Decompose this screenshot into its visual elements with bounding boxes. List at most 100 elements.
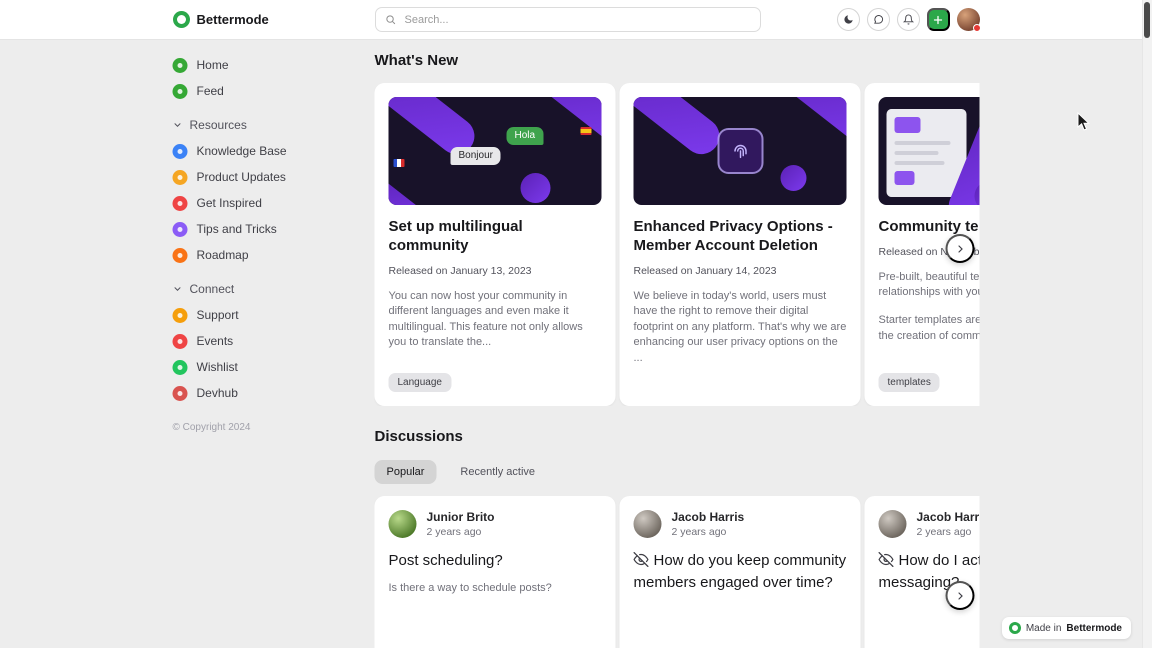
sidebar-item-knowledge-base[interactable]: Knowledge Base [172,138,375,164]
sidebar-section-label: Resources [189,118,247,132]
messages-button[interactable] [866,8,890,31]
chevron-down-icon [173,284,183,294]
post-excerpt: Is there a way to schedule posts? [388,581,552,594]
sidebar-item-label: Events [196,334,234,348]
discussions-tabs: Popular Recently active [374,460,980,484]
whats-new-next-button[interactable] [945,234,975,263]
tab-recently-active[interactable]: Recently active [448,460,547,484]
badge-prefix: Made in [1025,622,1062,634]
sidebar-item-label: Product Updates [196,170,286,184]
chevron-right-icon [954,243,966,255]
card-illustration [633,97,847,205]
bell-icon [902,14,914,25]
tab-popular[interactable]: Popular [374,460,437,484]
brand-name: Bettermode [196,12,269,27]
tag-language[interactable]: Language [388,373,451,392]
mouse-cursor [1077,111,1091,137]
chevron-right-icon [954,590,966,602]
sidebar-section-resources[interactable]: Resources [173,112,375,138]
speech-bubble-hola: Hola [506,127,544,145]
sidebar-item-get-inspired[interactable]: Get Inspired [172,190,375,216]
post-title[interactable]: Post scheduling? [389,551,602,571]
post-author[interactable]: Jacob Harris [917,510,980,524]
card-body: Pre-built, beautiful templates relations… [878,270,980,342]
tips-and-tricks-icon [172,221,188,237]
discussion-card-post-scheduling[interactable]: Junior Brito 2 years ago Post scheduling… [374,496,616,648]
sidebar-item-support[interactable]: Support [172,302,375,328]
sidebar-item-label: Feed [196,84,224,98]
vertical-scrollbar[interactable] [1142,0,1152,648]
create-post-button[interactable] [926,8,950,31]
sidebar-item-roadmap[interactable]: Roadmap [172,242,375,268]
post-timestamp: 2 years ago [426,526,482,539]
bettermode-community-page: Bettermode Search... Home Feed Resources… [0,0,1152,648]
sidebar-item-label: Tips and Tricks [196,222,277,236]
brand[interactable]: Bettermode [172,11,375,28]
chat-bubble-icon [873,14,884,25]
discussion-card-engagement[interactable]: Jacob Harris 2 years ago How do you keep… [619,496,861,648]
spanish-flag-icon [580,127,592,135]
whats-new-carousel: Bonjour Hola Set up multilingual communi… [374,83,980,406]
get-inspired-icon [172,195,188,211]
sidebar-item-tips-and-tricks[interactable]: Tips and Tricks [172,216,375,242]
badge-brand: Bettermode [1066,622,1122,634]
search-bar[interactable] [374,7,761,32]
discussions-next-button[interactable] [945,581,975,610]
bettermode-logo-icon [1008,622,1021,634]
card-released-date: Released on January 14, 2023 [633,264,777,277]
whats-new-section: What's New Bonjour Hola Set up multiling… [374,52,980,406]
copyright-text: © Copyright 2024 [172,422,251,433]
events-icon [172,333,188,349]
product-updates-icon [172,169,188,185]
sidebar-item-events[interactable]: Events [172,328,375,354]
sidebar-item-label: Knowledge Base [196,144,287,158]
dark-mode-toggle-button[interactable] [836,8,860,31]
card-illustration [878,97,980,205]
search-input[interactable] [402,12,751,27]
post-timestamp: 2 years ago [916,526,972,539]
sidebar-item-wishlist[interactable]: Wishlist [172,354,375,380]
post-author[interactable]: Jacob Harris [672,510,745,524]
sidebar-item-devhub[interactable]: Devhub [172,380,375,406]
bettermode-logo-icon [172,11,190,28]
avatar[interactable] [878,510,907,539]
sidebar-item-label: Wishlist [196,360,238,374]
card-title: Enhanced Privacy Options - Member Accoun… [633,218,833,254]
made-in-bettermode-badge[interactable]: Made in Bettermode [1001,617,1131,639]
support-icon [172,307,188,323]
whats-new-card-multilingual[interactable]: Bonjour Hola Set up multilingual communi… [374,83,616,406]
fingerprint-icon [717,128,763,174]
eye-off-icon [633,552,649,573]
sidebar-section-connect[interactable]: Connect [173,276,375,302]
post-timestamp: 2 years ago [671,526,727,539]
topbar-actions [836,8,981,32]
sidebar-item-feed[interactable]: Feed [172,78,375,104]
avatar[interactable] [633,510,662,539]
user-avatar[interactable] [956,8,981,32]
post-title[interactable]: How do you keep community members engage… [633,551,847,592]
home-icon [172,57,188,73]
whats-new-card-privacy[interactable]: Enhanced Privacy Options - Member Accoun… [619,83,861,406]
sidebar-item-home[interactable]: Home [172,52,375,78]
whats-new-title: What's New [374,52,459,69]
discussion-card-messaging[interactable]: Jacob Harris 2 years ago How do I activa… [864,496,980,648]
card-title: Set up multilingual community [388,218,523,254]
main-content: What's New Bonjour Hola Set up multiling… [374,39,980,648]
search-icon [385,14,396,25]
post-author[interactable]: Junior Brito [427,510,495,524]
sidebar-item-label: Support [196,308,239,322]
discussions-carousel: Junior Brito 2 years ago Post scheduling… [374,496,980,648]
avatar[interactable] [388,510,417,539]
plus-icon [932,14,944,26]
notification-dot [972,24,981,32]
card-body: We believe in today's world, users must … [633,289,847,364]
notifications-button[interactable] [896,8,920,31]
card-illustration: Bonjour Hola [388,97,602,205]
scrollbar-thumb[interactable] [1144,2,1150,38]
sidebar: Home Feed Resources Knowledge Base Produ… [172,39,375,648]
sidebar-item-label: Home [196,58,229,72]
tag-templates[interactable]: templates [878,373,940,392]
sidebar-item-product-updates[interactable]: Product Updates [172,164,375,190]
eye-off-icon [878,552,894,573]
roadmap-icon [172,247,188,263]
